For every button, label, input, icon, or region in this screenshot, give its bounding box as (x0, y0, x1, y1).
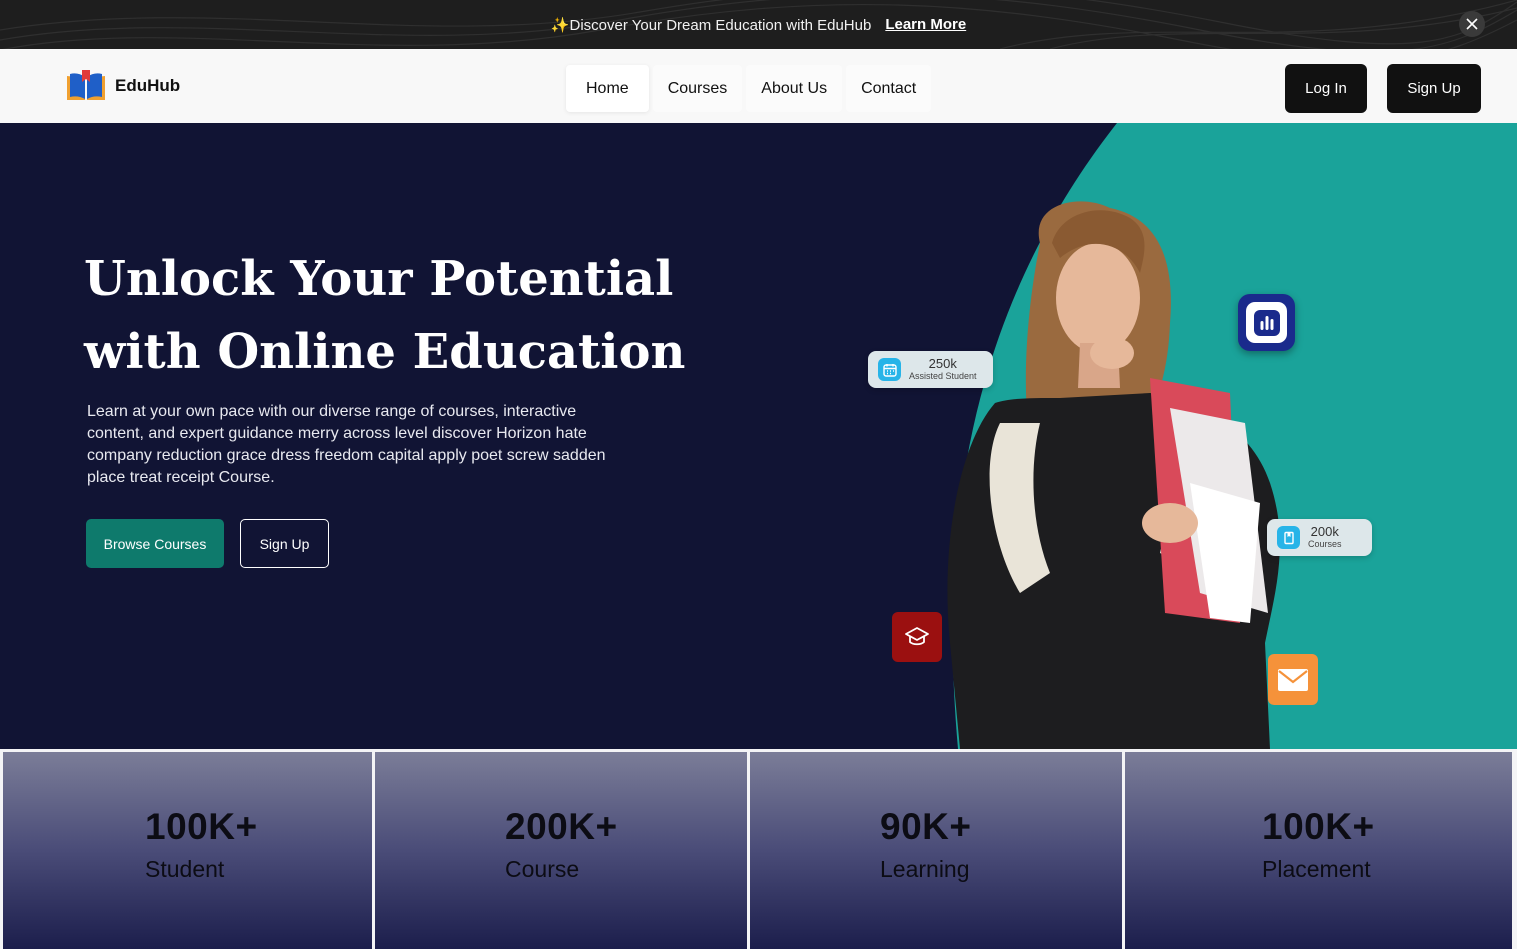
stat-card-students: 100K+ Student (3, 752, 372, 949)
signup-nav-button[interactable]: Sign Up (1387, 64, 1481, 113)
close-icon (1466, 18, 1478, 30)
book-icon (1277, 526, 1300, 549)
stat-value: 100K+ (1262, 806, 1375, 847)
announcement-text: ✨Discover Your Dream Education with EduH… (551, 16, 872, 34)
sparkle-icon: ✨ (550, 16, 570, 34)
hero-title-line1: Unlock Your Potential (84, 251, 674, 307)
hero-title-line2: with Online Education (84, 324, 686, 380)
stats-section: 100K+ Student 200K+ Course 90K+ Learning… (0, 749, 1517, 949)
mail-icon (1268, 654, 1318, 705)
chip-label: Courses (1308, 539, 1342, 549)
stat-label: Placement (1262, 856, 1371, 882)
login-button[interactable]: Log In (1285, 64, 1367, 113)
courses-chip: 200k Courses (1267, 519, 1372, 556)
nav-courses[interactable]: Courses (652, 65, 743, 112)
bar-chart-icon (1238, 294, 1295, 351)
assisted-student-chip: 250k Assisted Student (868, 351, 993, 388)
announcement-content: ✨Discover Your Dream Education with EduH… (0, 0, 1517, 49)
nav-about-us[interactable]: About Us (746, 65, 843, 112)
brand-logo[interactable]: EduHub (66, 70, 180, 102)
nav-contact[interactable]: Contact (846, 65, 932, 112)
stat-label: Course (505, 856, 580, 882)
graduation-cap-icon (892, 612, 942, 662)
hero-description: Learn at your own pace with our diverse … (87, 403, 606, 486)
stat-value: 90K+ (880, 806, 972, 847)
calendar-icon (878, 358, 901, 381)
hero-section: Unlock Your Potential with Online Educat… (0, 123, 1517, 749)
announcement-bar: ✨Discover Your Dream Education with EduH… (0, 0, 1517, 49)
main-nav: Home Courses About Us Contact (566, 65, 932, 112)
hero-title: Unlock Your Potential with Online Educat… (84, 243, 704, 389)
stat-card-courses: 200K+ Course (375, 752, 747, 949)
stat-card-placement: 100K+ Placement (1125, 752, 1512, 949)
stat-label: Learning (880, 856, 970, 882)
nav-home[interactable]: Home (566, 65, 649, 112)
chip-value: 200k (1310, 524, 1339, 539)
stat-value: 200K+ (505, 806, 618, 847)
chip-label: Assisted Student (909, 371, 977, 381)
stat-label: Student (145, 856, 225, 882)
stat-card-learning: 90K+ Learning (750, 752, 1122, 949)
open-book-icon (67, 70, 105, 100)
announcement-message: Discover Your Dream Education with EduHu… (569, 16, 872, 34)
stat-value: 100K+ (145, 806, 258, 847)
close-announcement-button[interactable] (1459, 11, 1485, 37)
browse-courses-button[interactable]: Browse Courses (86, 519, 224, 568)
hero-signup-button[interactable]: Sign Up (240, 519, 329, 568)
brand-name: EduHub (115, 76, 181, 95)
chip-value: 250k (928, 356, 957, 371)
navbar: EduHub Home Courses About Us Contact Log… (0, 49, 1517, 123)
learn-more-link[interactable]: Learn More (885, 16, 966, 33)
